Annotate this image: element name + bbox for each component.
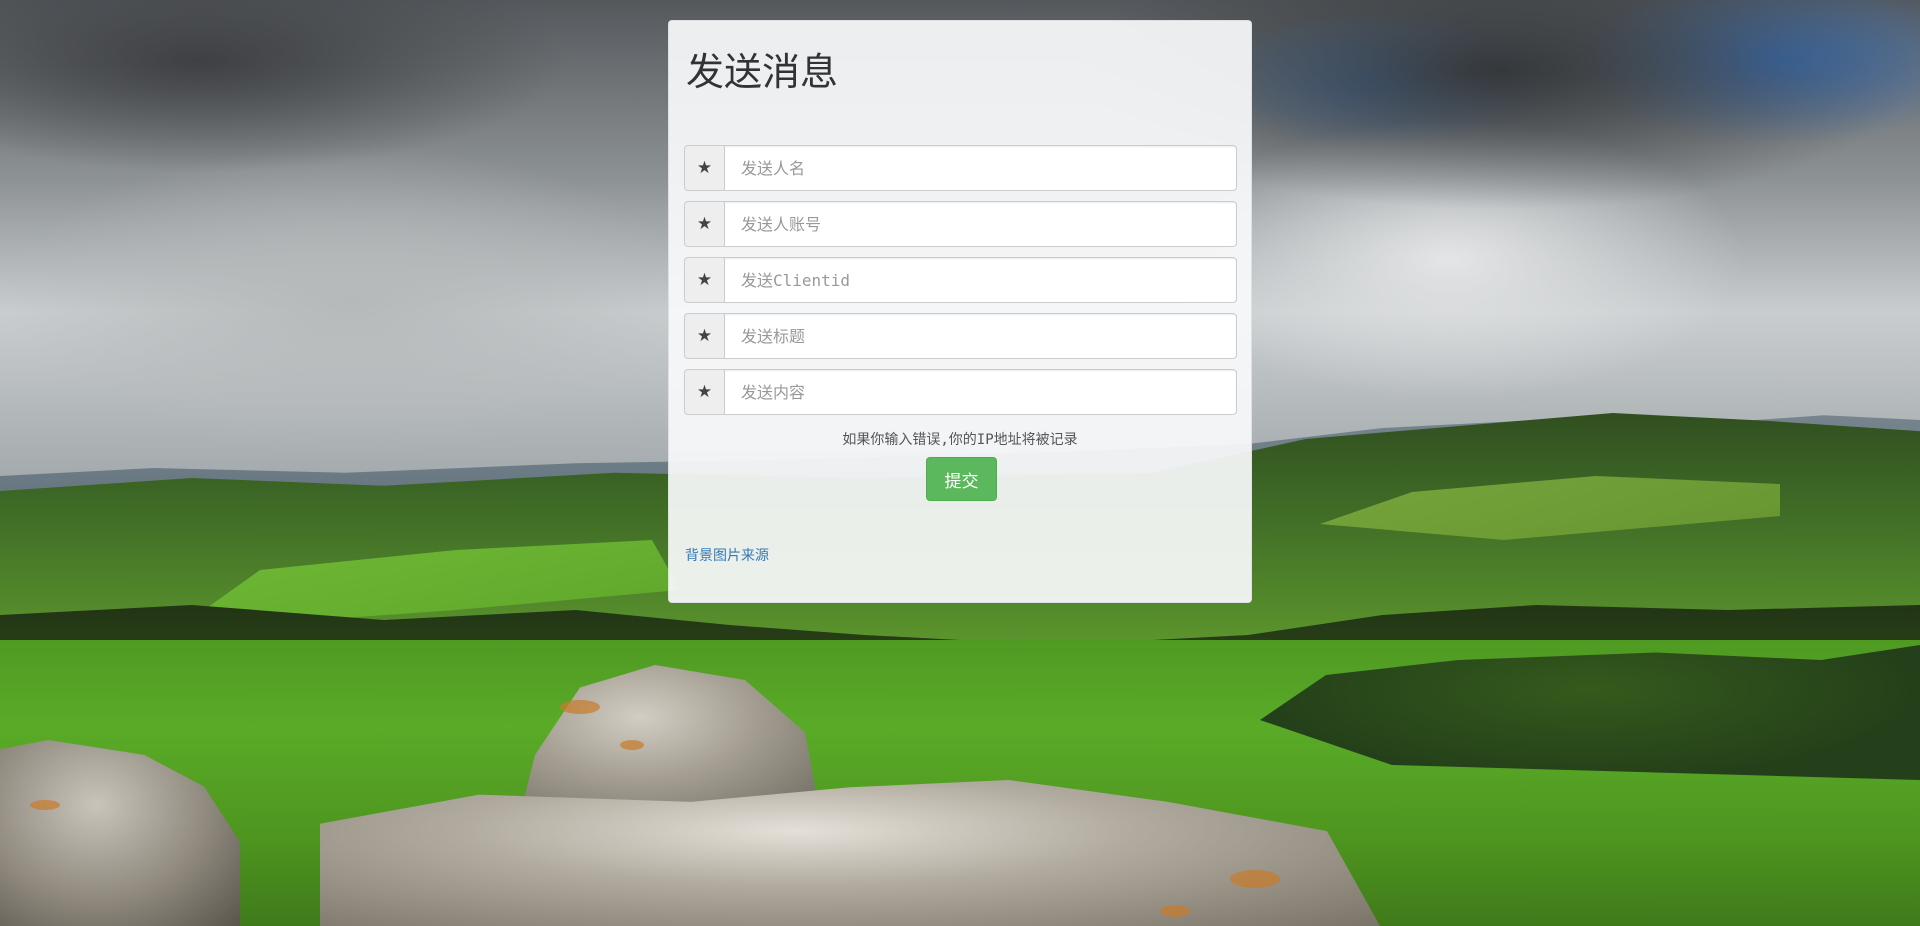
message-content-input[interactable] xyxy=(724,369,1237,415)
page-title: 发送消息 xyxy=(686,50,839,94)
client-id-row: ★ xyxy=(684,257,1237,303)
client-id-input[interactable] xyxy=(724,257,1237,303)
sender-account-input[interactable] xyxy=(724,201,1237,247)
background-source-link[interactable]: 背景图片来源 xyxy=(685,545,769,565)
star-icon: ★ xyxy=(684,145,724,191)
sender-account-row: ★ xyxy=(684,201,1237,247)
star-icon: ★ xyxy=(684,201,724,247)
sender-name-row: ★ xyxy=(684,145,1237,191)
star-icon: ★ xyxy=(684,369,724,415)
message-title-row: ★ xyxy=(684,313,1237,359)
message-content-row: ★ xyxy=(684,369,1237,415)
submit-button[interactable]: 提交 xyxy=(926,457,997,501)
send-message-panel: 发送消息 ★ ★ ★ ★ ★ 如果你输入错误,你的IP地址将被记录 提交 背景图… xyxy=(668,20,1252,603)
star-icon: ★ xyxy=(684,313,724,359)
message-title-input[interactable] xyxy=(724,313,1237,359)
star-icon: ★ xyxy=(684,257,724,303)
sender-name-input[interactable] xyxy=(724,145,1237,191)
ip-warning-text: 如果你输入错误,你的IP地址将被记录 xyxy=(842,432,1078,448)
